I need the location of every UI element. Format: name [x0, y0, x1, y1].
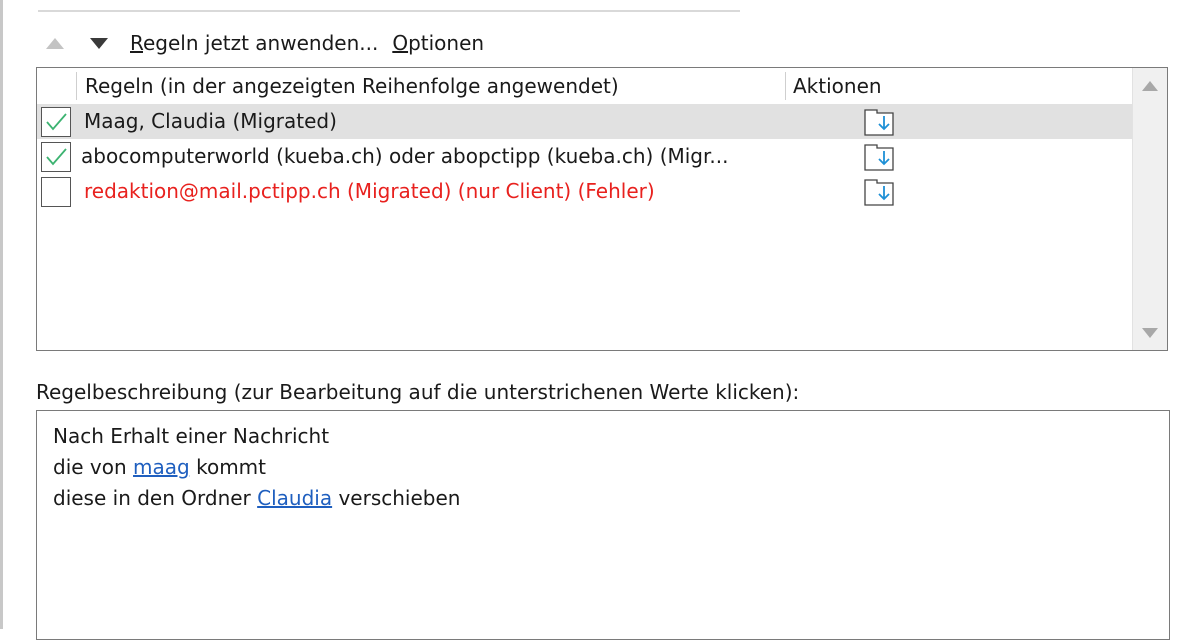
rule-enabled-checkbox[interactable]	[41, 177, 71, 207]
rules-toolbar: Regeln jetzt anwenden... Optionen	[46, 28, 498, 58]
description-line: Nach Erhalt einer Nachricht	[53, 424, 330, 448]
rule-name: abocomputerworld (kueba.ch) oder abopcti…	[81, 144, 729, 168]
move-down-icon[interactable]	[90, 37, 108, 49]
apply-rules-now-button[interactable]: Regeln jetzt anwenden...	[130, 31, 378, 55]
sender-value-link[interactable]: maag	[133, 455, 190, 479]
rules-list-scrollbar[interactable]	[1132, 68, 1167, 350]
options-button[interactable]: Optionen	[392, 31, 484, 55]
window-left-edge	[0, 0, 3, 629]
rule-enabled-checkbox[interactable]	[41, 107, 71, 137]
rule-description-label: Regelbeschreibung (zur Bearbeitung auf d…	[36, 380, 800, 404]
header-separator	[785, 72, 786, 100]
rule-name-error: redaktion@mail.pctipp.ch (Migrated) (nur…	[84, 179, 655, 203]
rule-name: Maag, Claudia (Migrated)	[84, 109, 337, 133]
column-header-rules[interactable]: Regeln (in der angezeigten Reihenfolge a…	[85, 74, 619, 98]
description-line: die von maag kommt	[53, 455, 267, 479]
rule-row-redaktion[interactable]: redaktion@mail.pctipp.ch (Migrated) (nur…	[37, 174, 1133, 209]
move-to-folder-icon	[863, 177, 897, 212]
move-to-folder-icon	[863, 142, 897, 177]
checkmark-icon	[46, 148, 67, 166]
rules-list[interactable]: Regeln (in der angezeigten Reihenfolge a…	[36, 67, 1168, 351]
rule-description-box: Nach Erhalt einer Nachricht die von maag…	[36, 410, 1170, 640]
header-separator	[76, 72, 77, 100]
move-up-icon[interactable]	[46, 37, 64, 49]
folder-value-link[interactable]: Claudia	[257, 486, 332, 510]
rules-list-header: Regeln (in der angezeigten Reihenfolge a…	[37, 68, 1133, 104]
column-header-actions[interactable]: Aktionen	[793, 74, 882, 98]
description-line: diese in den Ordner Claudia verschieben	[53, 486, 461, 510]
rule-row-maag-claudia[interactable]: Maag, Claudia (Migrated)	[37, 104, 1133, 139]
rule-enabled-checkbox[interactable]	[41, 142, 71, 172]
rule-row-abocomputerworld[interactable]: abocomputerworld (kueba.ch) oder abopcti…	[37, 139, 1133, 174]
separator-line	[38, 10, 740, 12]
scroll-up-icon[interactable]	[1142, 81, 1158, 91]
move-to-folder-icon	[863, 107, 897, 142]
scroll-down-icon[interactable]	[1142, 328, 1158, 338]
checkmark-icon	[46, 113, 67, 131]
